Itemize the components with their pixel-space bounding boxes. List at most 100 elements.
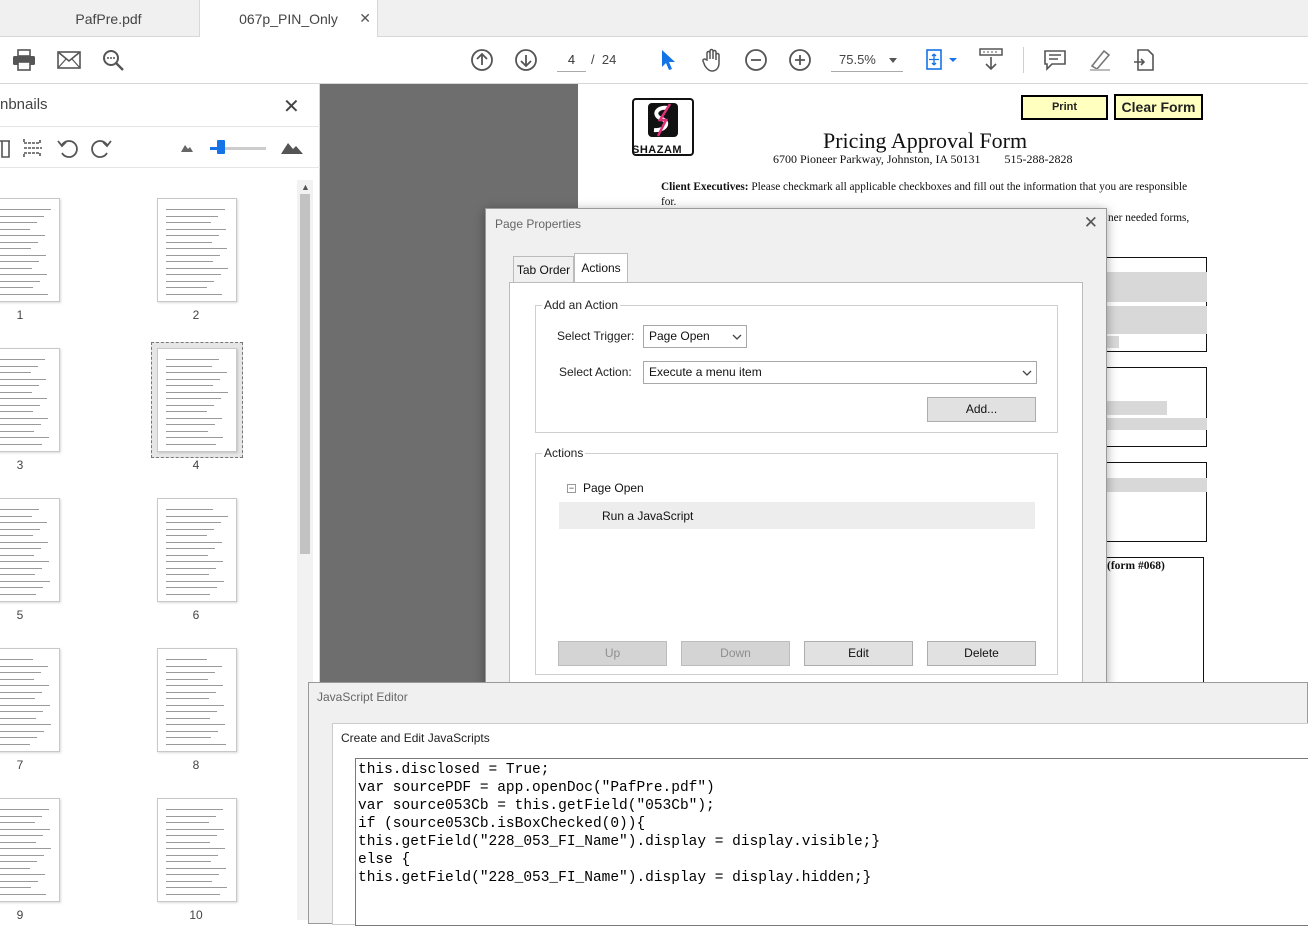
insert-page-icon[interactable] (22, 137, 44, 162)
previous-page-icon[interactable] (469, 47, 495, 73)
tab-tab-order[interactable]: Tab Order (513, 256, 574, 282)
form-field[interactable] (1107, 478, 1207, 492)
close-icon[interactable]: ✕ (1084, 213, 1098, 233)
thumbnail-text-line (166, 580, 224, 582)
collapse-tree-icon[interactable]: − (567, 484, 576, 493)
thumbnail-text-line (0, 293, 48, 295)
add-action-button[interactable]: Add... (927, 397, 1036, 422)
select-trigger-dropdown[interactable]: Page Open (643, 325, 747, 348)
thumbnail-text-line (0, 561, 49, 562)
tree-item-trigger[interactable]: Page Open (583, 481, 644, 495)
email-icon[interactable] (56, 47, 82, 73)
page-thumbnail[interactable] (0, 798, 60, 902)
page-thumbnail[interactable] (0, 648, 60, 752)
edit-action-button[interactable]: Edit (804, 641, 913, 666)
thumbnail-text-line (166, 293, 222, 295)
scrollbar-thumb[interactable] (300, 194, 310, 554)
form-title: Pricing Approval Form (823, 128, 1028, 153)
tab-067p-pin-only[interactable]: 067p_PIN_Only ✕ (200, 0, 378, 38)
delete-page-icon[interactable] (0, 137, 12, 162)
thumbnail-text-line (0, 391, 32, 393)
thumbnail-text-line (166, 267, 228, 269)
move-down-button[interactable]: Down (681, 641, 790, 666)
form-field[interactable] (1107, 336, 1119, 348)
highlight-pen-icon[interactable] (1087, 47, 1113, 73)
thumbnail-text-line (166, 398, 221, 399)
page-thumbnail[interactable] (0, 198, 60, 302)
thumbnail-text-line (0, 698, 35, 699)
fill-sign-icon[interactable] (1131, 47, 1157, 73)
rotate-clockwise-icon[interactable] (89, 137, 113, 162)
find-icon[interactable] (100, 47, 126, 73)
comment-icon[interactable] (1042, 47, 1068, 73)
thumbnail-text-line (0, 222, 37, 223)
close-panel-icon[interactable]: ✕ (283, 94, 300, 119)
scrolling-mode-icon[interactable] (978, 47, 1004, 73)
clear-form-button[interactable]: Clear Form (1114, 94, 1203, 120)
tree-item-action-label: Run a JavaScript (602, 509, 694, 523)
rotate-counterclockwise-icon[interactable] (56, 137, 80, 162)
thumbnail-text-line (166, 737, 211, 738)
thumbnail-text-line (0, 880, 38, 882)
thumbnail-text-line (0, 254, 46, 256)
page-thumbnail[interactable] (0, 348, 60, 452)
thumbnail-text-line (0, 893, 46, 895)
thumbnail-text-line (0, 835, 43, 836)
thumbnail-text-line (0, 528, 40, 530)
print-form-button[interactable]: Print (1021, 95, 1108, 120)
page-thumbnail[interactable] (157, 798, 237, 902)
thumbnail-text-line (0, 887, 31, 888)
thumbnail-text-line (166, 835, 217, 836)
large-thumbnails-icon[interactable] (280, 139, 304, 158)
close-tab-icon[interactable]: ✕ (359, 10, 371, 27)
scroll-up-icon[interactable]: ▲ (301, 182, 310, 192)
instruction-bold: Client Executives: (661, 181, 749, 193)
thumbnail-text-line (166, 678, 208, 680)
tab-pafpre[interactable]: PafPre.pdf (18, 0, 200, 37)
form-field[interactable] (1107, 418, 1207, 430)
page-thumbnail[interactable] (157, 198, 237, 302)
next-page-icon[interactable] (513, 47, 539, 73)
small-thumbnails-icon[interactable] (180, 141, 194, 156)
thumbnail-page-number: 9 (16, 908, 24, 922)
group-label: Actions (542, 446, 586, 460)
thumbnail-text-line (166, 430, 208, 432)
page-thumbnail[interactable] (157, 498, 237, 602)
fit-page-icon[interactable] (921, 47, 961, 73)
thumbnail-text-line (0, 854, 44, 856)
move-up-button[interactable]: Up (558, 641, 667, 666)
delete-action-button[interactable]: Delete (927, 641, 1036, 666)
form-field[interactable] (1107, 306, 1207, 334)
thumbnail-page-number: 5 (16, 608, 24, 622)
thumbnail-text-line (166, 887, 227, 888)
thumbnail-text-line (0, 809, 49, 810)
slider-handle[interactable] (217, 140, 226, 154)
select-action-dropdown[interactable]: Execute a menu item (643, 361, 1037, 384)
page-thumbnail[interactable] (157, 648, 237, 752)
trigger-value: Page Open (649, 329, 710, 343)
tab-actions[interactable]: Actions (574, 253, 628, 283)
page-number-input[interactable]: 4 (557, 48, 586, 72)
page-thumbnail[interactable] (0, 498, 60, 602)
form-field[interactable] (1107, 401, 1167, 415)
thumbnail-text-line (0, 261, 39, 262)
print-icon[interactable] (11, 47, 37, 73)
thumbnail-text-line (166, 535, 207, 536)
thumbnail-text-line (166, 515, 228, 517)
hand-tool-icon[interactable] (699, 47, 725, 73)
page-thumbnail[interactable] (157, 348, 237, 452)
tree-item-action[interactable]: Run a JavaScript (559, 502, 1035, 529)
javascript-code-textarea[interactable]: this.disclosed = True; var sourcePDF = ap… (355, 758, 1308, 926)
form-section-box (1106, 557, 1204, 697)
zoom-level-select[interactable]: 75.5% (831, 48, 903, 72)
actions-tab-panel: Add an Action Select Trigger: Page Open … (509, 282, 1083, 692)
zoom-in-icon[interactable] (787, 47, 813, 73)
thumbnail-text-line (166, 280, 214, 282)
thumbnail-text-line (166, 215, 218, 217)
select-tool-icon[interactable] (655, 47, 681, 73)
thumbnail-size-slider[interactable] (210, 140, 266, 154)
form-field[interactable] (1107, 272, 1207, 302)
zoom-out-icon[interactable] (743, 47, 769, 73)
thumbnail-text-line (0, 867, 30, 869)
thumbnail-page-number: 3 (16, 458, 24, 472)
